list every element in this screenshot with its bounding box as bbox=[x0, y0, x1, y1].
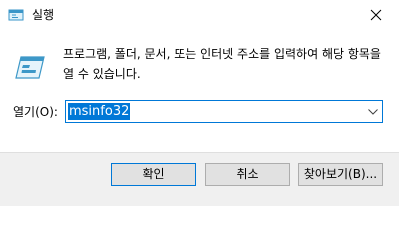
run-large-icon bbox=[14, 51, 46, 81]
chevron-down-icon bbox=[368, 109, 378, 115]
title-bar[interactable]: 실행 bbox=[0, 0, 399, 30]
ok-button[interactable]: 확인 bbox=[111, 163, 196, 186]
open-label: 열기(O): bbox=[13, 105, 58, 119]
cancel-button[interactable]: 취소 bbox=[205, 163, 290, 186]
run-icon bbox=[8, 8, 24, 22]
close-button[interactable] bbox=[353, 0, 399, 30]
description-text: 프로그램, 폴더, 문서, 또는 인터넷 주소를 입력하여 해당 항목을 열 수… bbox=[63, 47, 381, 81]
browse-button[interactable]: 찾아보기(B)... bbox=[298, 163, 383, 186]
open-combobox[interactable]: msinfo32 bbox=[65, 100, 383, 123]
close-icon bbox=[370, 9, 382, 21]
window-title: 실행 bbox=[32, 8, 55, 22]
open-input[interactable]: msinfo32 bbox=[68, 103, 131, 120]
dropdown-button[interactable] bbox=[364, 101, 382, 122]
button-bar: 확인 취소 찾아보기(B)... bbox=[0, 152, 399, 206]
run-dialog: 실행 프로그램, 폴더, 문서, 또는 인터넷 주소를 입력하여 해당 항목을 … bbox=[0, 0, 399, 206]
